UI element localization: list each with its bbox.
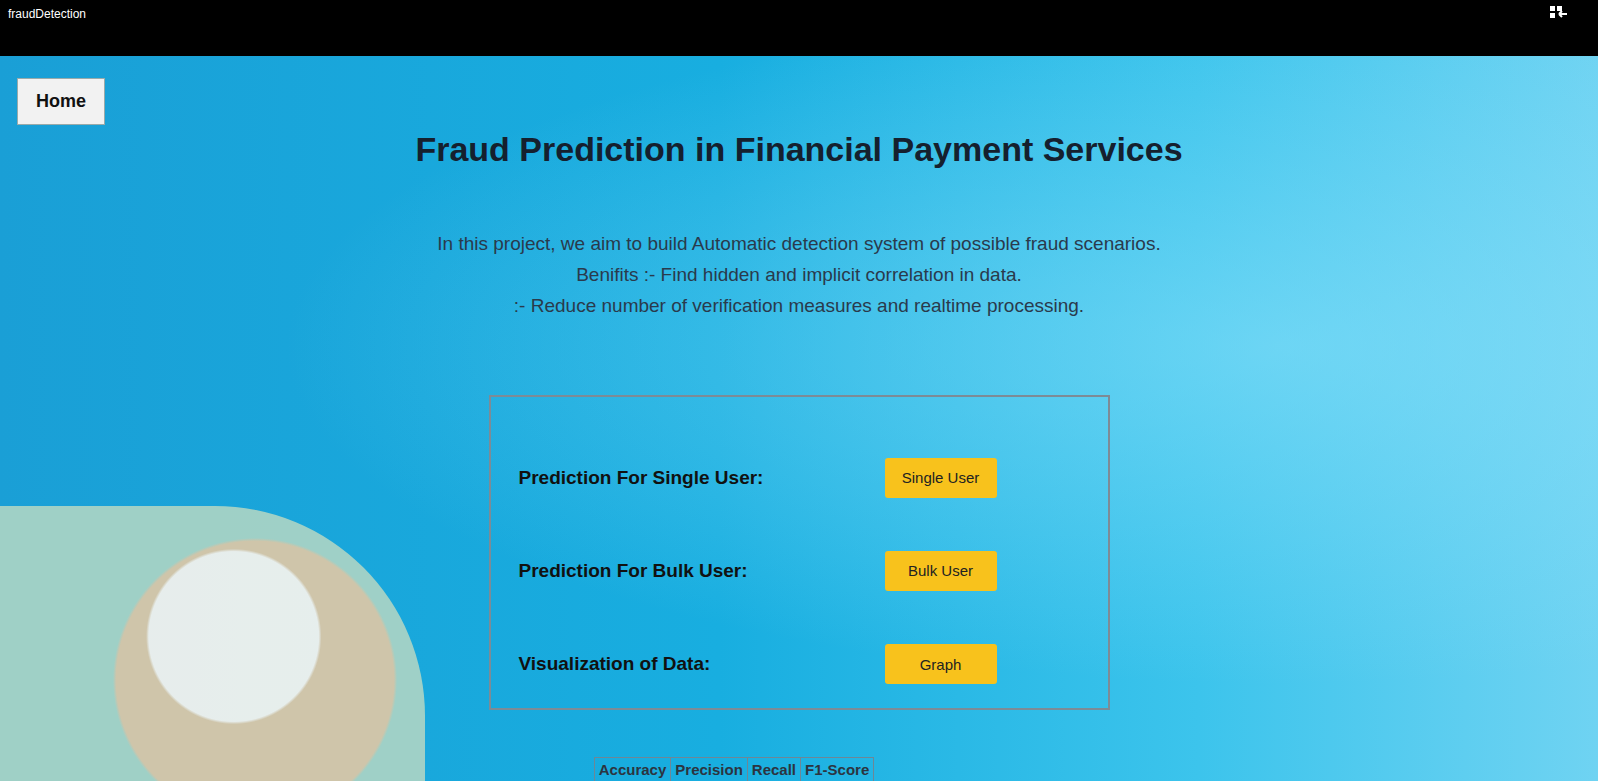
metrics-column: Recall (747, 758, 800, 781)
description-line: :- Reduce number of verification measure… (437, 290, 1160, 321)
exit-fullscreen-icon[interactable] (1550, 6, 1568, 21)
metrics-column: F1-Score (801, 758, 874, 781)
description-line: Benifits :- Find hidden and implicit cor… (437, 259, 1160, 290)
action-label: Prediction For Bulk User: (519, 560, 885, 582)
home-row: Home (0, 56, 105, 125)
page-title: Fraud Prediction in Financial Payment Se… (415, 127, 1182, 171)
home-button[interactable]: Home (17, 78, 105, 125)
fraud-photo (0, 506, 425, 781)
actions-panel: Prediction For Single User:Single User Pr… (489, 395, 1110, 710)
metrics-column: Accuracy (594, 758, 671, 781)
action-label: Visualization of Data: (519, 653, 885, 675)
action-button[interactable]: Graph (885, 644, 997, 684)
description-line: In this project, we aim to build Automat… (437, 228, 1160, 259)
window-title: fraudDetection (8, 0, 86, 21)
action-button[interactable]: Single User (885, 458, 997, 498)
action-label: Prediction For Single User: (519, 467, 885, 489)
metrics-header-row: AccuracyPrecisionRecallF1-Score (594, 758, 873, 781)
metrics-table: AccuracyPrecisionRecallF1-Score (594, 757, 874, 781)
metrics-column: Precision (671, 758, 748, 781)
title-bar: fraudDetection (0, 0, 1598, 56)
content: Home Fraud Prediction in Financial Paymen… (0, 56, 1598, 781)
action-button[interactable]: Bulk User (885, 551, 997, 591)
main-area: Home Fraud Prediction in Financial Paymen… (0, 56, 1598, 781)
description: In this project, we aim to build Automat… (437, 228, 1160, 321)
